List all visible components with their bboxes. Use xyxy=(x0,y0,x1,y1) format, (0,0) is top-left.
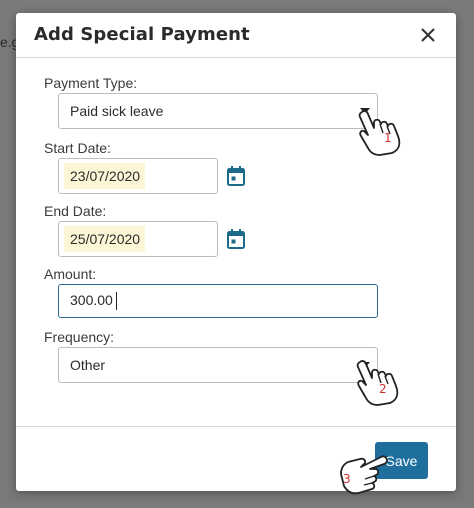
frequency-value: Other xyxy=(70,357,106,373)
calendar-icon[interactable] xyxy=(226,165,246,187)
start-date-input[interactable]: 23/07/2020 xyxy=(58,158,218,194)
dialog-title: Add Special Payment xyxy=(34,24,250,45)
step-number-3: 3 xyxy=(343,472,351,486)
hand-pointer-icon xyxy=(358,110,401,156)
add-special-payment-dialog: Add Special Payment Payment Type: Paid s… xyxy=(16,13,456,491)
start-date-label: Start Date: xyxy=(44,140,111,156)
payment-type-select[interactable]: Paid sick leave xyxy=(58,93,378,129)
text-cursor xyxy=(116,292,117,310)
step-number-2: 2 xyxy=(379,382,387,396)
frequency-label: Frequency: xyxy=(44,329,115,345)
close-icon[interactable] xyxy=(418,25,438,45)
start-date-value: 23/07/2020 xyxy=(64,163,146,189)
amount-input[interactable]: 300.00 xyxy=(58,284,378,318)
end-date-value: 25/07/2020 xyxy=(64,226,146,252)
amount-value: 300.00 xyxy=(70,292,113,308)
amount-label: Amount: xyxy=(44,266,97,282)
step-number-1: 1 xyxy=(384,131,392,145)
calendar-icon[interactable] xyxy=(226,228,246,250)
payment-type-label: Payment Type: xyxy=(44,75,138,91)
hand-pointer-icon xyxy=(340,455,388,495)
dialog-header: Add Special Payment xyxy=(16,13,456,58)
end-date-label: End Date: xyxy=(44,203,107,219)
frequency-select[interactable]: Other xyxy=(58,347,378,383)
end-date-input[interactable]: 25/07/2020 xyxy=(58,221,218,257)
payment-type-value: Paid sick leave xyxy=(70,103,164,119)
